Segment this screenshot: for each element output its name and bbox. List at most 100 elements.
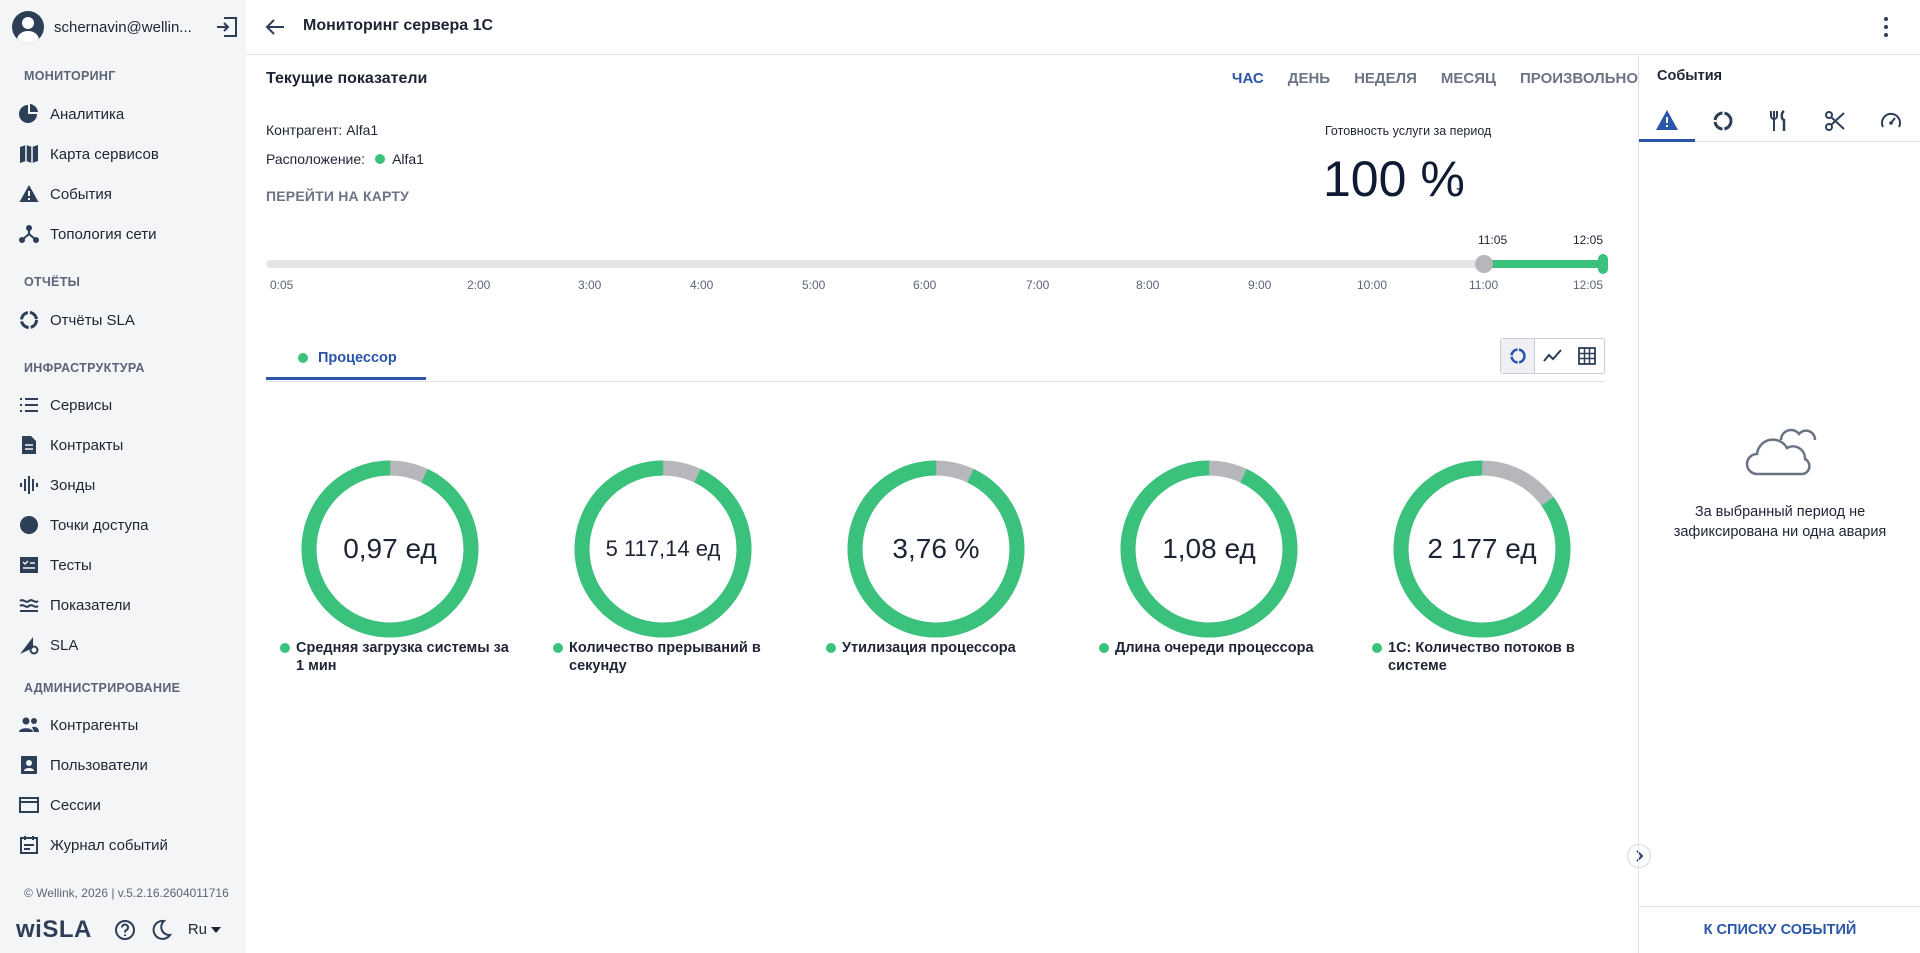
timeline-tick: 10:00: [1357, 278, 1388, 292]
timeline-end-handle[interactable]: [1598, 254, 1608, 274]
ring-icon: [1509, 348, 1526, 364]
gauge-label: Средняя загрузка системы за 1 мин: [280, 639, 520, 675]
gauge-value: 3,76 %: [892, 533, 980, 564]
sidebar-item-contracts[interactable]: Контракты: [18, 430, 238, 460]
page-title: Мониторинг сервера 1С: [303, 17, 494, 34]
sidebar-footer: wiSLA Ru: [0, 906, 246, 953]
more-vertical-icon[interactable]: [1882, 16, 1890, 38]
circle-segments-icon: [1713, 111, 1733, 131]
chevron-down-icon: [211, 926, 222, 933]
status-dot: [298, 352, 308, 363]
timeline-tick: 7:00: [1026, 278, 1050, 292]
availability-label: Готовность услуги за период: [1325, 124, 1492, 138]
sidebar-item-counterparties[interactable]: Контрагенты: [18, 710, 238, 740]
period-day[interactable]: ДЕНЬ: [1288, 70, 1330, 87]
events-footer: К СПИСКУ СОБЫТИЙ: [1639, 906, 1920, 953]
sidebar-item-services[interactable]: Сервисы: [18, 390, 238, 420]
sidebar-item-sla-reports[interactable]: Отчёты SLA: [18, 305, 238, 335]
events-tabs: [1639, 100, 1920, 142]
user-badge-icon: [18, 754, 40, 776]
user-menu[interactable]: schernavin@wellin...: [12, 10, 238, 44]
timeline-track[interactable]: [266, 260, 1605, 268]
gauge-label: 1С: Количество потоков в системе: [1372, 639, 1612, 675]
tab-maintenance[interactable]: [1751, 100, 1807, 142]
back-arrow-icon[interactable]: [264, 16, 286, 38]
help-icon[interactable]: [114, 919, 136, 941]
empty-state-text: За выбранный период не зафиксирована ни …: [1673, 504, 1887, 540]
events-title: События: [1657, 68, 1723, 84]
sidebar-item-event-log[interactable]: Журнал событий: [18, 830, 238, 860]
sidebar-item-tests[interactable]: Тесты: [18, 550, 238, 580]
location-value: Alfa1: [392, 151, 424, 167]
table-view-button[interactable]: [1570, 339, 1604, 373]
cloud-icon: [1745, 428, 1817, 476]
events-list-link[interactable]: К СПИСКУ СОБЫТИЙ: [1704, 922, 1857, 938]
chart-view-button[interactable]: [1535, 339, 1569, 373]
wisla-logo: wiSLA: [16, 915, 92, 943]
timeline-tick: 2:00: [467, 278, 491, 292]
sidebar-item-events[interactable]: События: [18, 179, 238, 209]
events-panel: События За выбранный период не зафиксиро…: [1638, 56, 1920, 953]
gauge-value: 1,08 ед: [1162, 533, 1256, 564]
view-mode-toggle: [1500, 338, 1605, 374]
gauge-view-button[interactable]: [1501, 339, 1536, 373]
gauge-label: Количество прерываний в секунду: [553, 639, 793, 675]
period-custom[interactable]: ПРОИЗВОЛЬНО: [1520, 70, 1638, 87]
circle-segments-icon: [18, 309, 40, 331]
tab-performance[interactable]: [1863, 100, 1919, 142]
circle-icon: [18, 514, 40, 536]
dark-mode-icon[interactable]: [150, 919, 172, 941]
language-select[interactable]: Ru: [188, 921, 222, 938]
main-content: Текущие показатели ЧАС ДЕНЬ НЕДЕЛЯ МЕСЯЦ…: [246, 56, 1638, 953]
sidebar-item-metrics[interactable]: Показатели: [18, 590, 238, 620]
logout-icon[interactable]: [216, 17, 238, 37]
timeline-tick: 4:00: [690, 278, 714, 292]
gauge-value: 0,97 ед: [343, 533, 437, 564]
go-to-map-link[interactable]: ПЕРЕЙТИ НА КАРТУ: [266, 188, 409, 204]
signal-icon: [18, 474, 40, 496]
avatar: [12, 11, 44, 43]
sidebar-item-sessions[interactable]: Сессии: [18, 790, 238, 820]
sidebar-item-users[interactable]: Пользователи: [18, 750, 238, 780]
user-name: schernavin@wellin...: [54, 18, 192, 36]
section-administration: АДМИНИСТРИРОВАНИЕ: [24, 681, 181, 695]
period-week[interactable]: НЕДЕЛЯ: [1354, 70, 1417, 87]
range-end-label: 12:05: [1573, 233, 1604, 247]
gauge-cpu-utilization: 3,76 % Утилизация процессора: [826, 449, 1096, 656]
timeline-tick: 11:00: [1469, 278, 1499, 292]
availability-delta: -: [1456, 180, 1462, 197]
tabs-divider: [266, 381, 1605, 382]
timeline-start-handle[interactable]: [1475, 255, 1493, 273]
sidebar-item-analytics[interactable]: Аналитика: [18, 99, 238, 129]
document-icon: [18, 434, 40, 456]
period-month[interactable]: МЕСЯЦ: [1441, 70, 1496, 87]
timeline-tick: 3:00: [578, 278, 602, 292]
copyright: © Wellink, 2026 | v.5.2.16.2604011716: [24, 886, 229, 900]
topology-icon: [18, 223, 40, 245]
counterparty-info: Контрагент: Alfa1: [266, 122, 379, 138]
sidebar-item-access-points[interactable]: Точки доступа: [18, 510, 238, 540]
period-hour[interactable]: ЧАС: [1232, 70, 1264, 87]
gauge-interrupts: 5 117,14 ед Количество прерываний в секу…: [553, 449, 823, 674]
tab-alarms[interactable]: [1639, 100, 1695, 142]
sidebar-item-probes[interactable]: Зонды: [18, 470, 238, 500]
speedometer-icon: [1881, 112, 1901, 128]
tab-cycle[interactable]: [1695, 100, 1751, 142]
gauge-label: Длина очереди процессора: [1099, 639, 1339, 657]
warning-icon: [1656, 109, 1678, 130]
timeline-tick: 12:05: [1573, 278, 1604, 292]
gauge-threads: 2 177 ед 1С: Количество потоков в систем…: [1372, 449, 1642, 674]
tab-processor[interactable]: Процессор: [266, 338, 426, 380]
tab-cuts[interactable]: [1807, 100, 1863, 142]
sidebar-item-sla[interactable]: SLA: [18, 630, 238, 660]
timeline-tick: 5:00: [802, 278, 826, 292]
status-dot: [1372, 643, 1382, 653]
sidebar-item-topology[interactable]: Топология сети: [18, 219, 238, 249]
calendar-list-icon: [18, 834, 40, 856]
section-title: Текущие показатели: [266, 70, 428, 87]
line-chart-icon: [1542, 349, 1562, 362]
section-infrastructure: ИНФРАСТРУКТУРА: [24, 361, 145, 375]
counterparty-value: Alfa1: [346, 122, 379, 138]
sidebar-item-service-map[interactable]: Карта сервисов: [18, 139, 238, 169]
gauge-load-avg: 0,97 ед Средняя загрузка системы за 1 ми…: [280, 449, 550, 674]
